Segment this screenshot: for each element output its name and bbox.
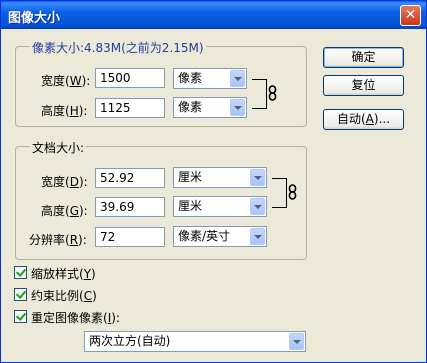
pixel-height-unit-select[interactable]: 像素 <box>173 97 247 118</box>
pixel-width-label: 宽度(W): <box>41 74 91 88</box>
doc-link-bracket <box>272 178 287 208</box>
document-size-legend: 文档大小: <box>30 139 87 156</box>
resolution-input[interactable]: 72 <box>95 227 165 247</box>
pixel-height-label: 高度(H): <box>41 104 88 118</box>
close-button[interactable]: ✕ <box>400 5 421 26</box>
reset-button[interactable]: 复位 <box>323 75 404 96</box>
chevron-down-icon <box>230 70 245 87</box>
title-bar[interactable]: 图像大小 ✕ <box>1 1 426 29</box>
pixel-dimensions-legend: 像素大小:4.83M(之前为2.15M) <box>30 39 206 56</box>
pixel-width-unit-select[interactable]: 像素 <box>173 68 247 89</box>
constrain-proportions-checkbox[interactable] <box>14 288 27 301</box>
chain-link-icon <box>268 85 277 101</box>
scale-styles-checkbox[interactable] <box>14 266 27 279</box>
pixel-width-input[interactable]: 1500 <box>95 68 165 88</box>
resolution-unit-select[interactable]: 像素/英寸 <box>173 226 267 247</box>
doc-height-label: 高度(G): <box>41 204 88 218</box>
auto-button[interactable]: 自动(A)... <box>323 109 404 130</box>
scale-styles-label: 缩放样式(Y) <box>31 267 96 281</box>
chevron-down-icon <box>250 198 265 215</box>
image-size-dialog: 图像大小 ✕ 像素大小:4.83M(之前为2.15M) 宽度(W): 1500 … <box>0 0 427 363</box>
resolution-label: 分辨率(R): <box>29 233 87 247</box>
dialog-title: 图像大小 <box>8 11 61 26</box>
chevron-down-icon <box>250 228 265 245</box>
doc-width-unit-select[interactable]: 厘米 <box>173 167 267 188</box>
ok-button[interactable]: 确定 <box>323 47 404 68</box>
doc-width-input[interactable]: 52.92 <box>95 168 165 188</box>
resample-method-select[interactable]: 两次立方(自动) <box>84 331 306 352</box>
doc-width-label: 宽度(D): <box>41 175 88 189</box>
resample-label: 重定图像像素(I): <box>31 311 120 325</box>
chevron-down-icon <box>289 333 304 350</box>
pixel-link-bracket <box>252 79 267 109</box>
pixel-height-input[interactable]: 1125 <box>95 98 165 118</box>
doc-height-input[interactable]: 39.69 <box>95 197 165 217</box>
chain-link-icon <box>288 184 297 200</box>
chevron-down-icon <box>250 169 265 186</box>
close-icon: ✕ <box>404 7 417 23</box>
chevron-down-icon <box>230 99 245 116</box>
doc-height-unit-select[interactable]: 厘米 <box>173 196 267 217</box>
resample-checkbox[interactable] <box>14 310 27 323</box>
constrain-proportions-label: 约束比例(C) <box>31 289 97 303</box>
